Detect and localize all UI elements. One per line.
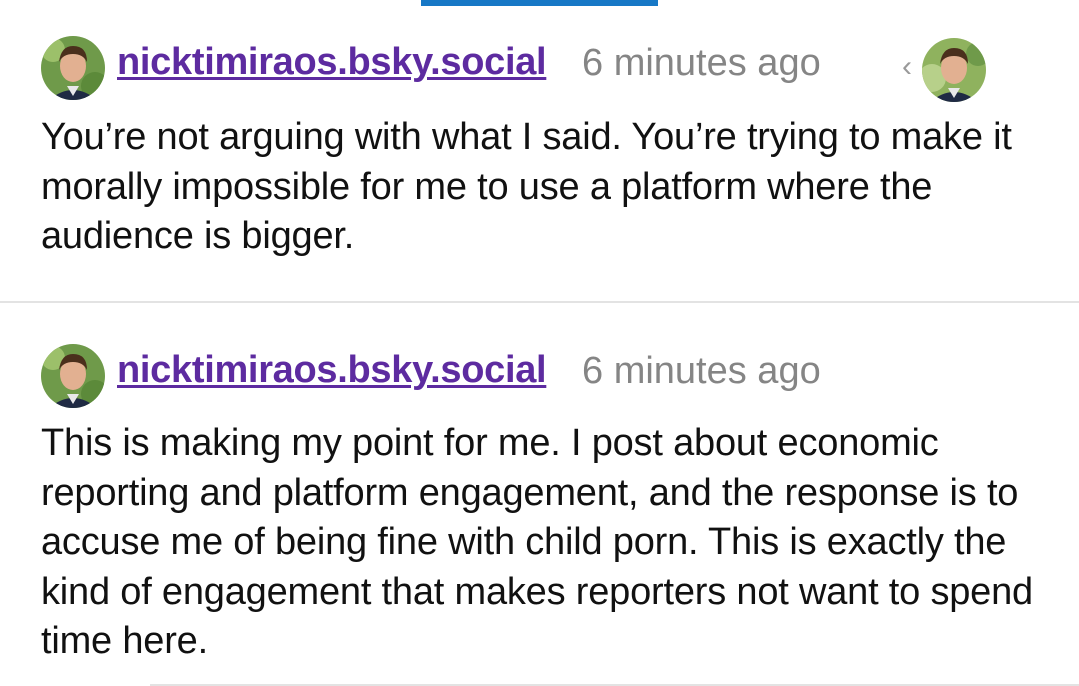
avatar[interactable] [41,344,105,408]
post-item: nicktimiraos.bsky.social 6 minutes ago ‹… [0,36,1079,257]
active-tab-indicator [421,0,658,6]
chevron-left-icon: ‹ [902,50,912,83]
post-item: nicktimiraos.bsky.social 6 minutes ago T… [0,344,1079,662]
post-divider [0,301,1079,303]
post-timestamp: 6 minutes ago [582,42,821,84]
avatar[interactable] [41,36,105,100]
post-timestamp: 6 minutes ago [582,350,821,392]
post-text: This is making my point for me. I post a… [41,422,1033,662]
post-header: nicktimiraos.bsky.social 6 minutes ago [0,344,1079,408]
author-handle-link[interactable]: nicktimiraos.bsky.social [117,349,547,392]
post-text: You’re not arguing with what I said. You… [41,116,1012,257]
avatar [922,38,986,102]
thread-nav-button[interactable]: ‹ [900,36,990,102]
author-handle-link[interactable]: nicktimiraos.bsky.social [117,41,547,84]
post-header: nicktimiraos.bsky.social 6 minutes ago ‹ [0,36,1079,102]
